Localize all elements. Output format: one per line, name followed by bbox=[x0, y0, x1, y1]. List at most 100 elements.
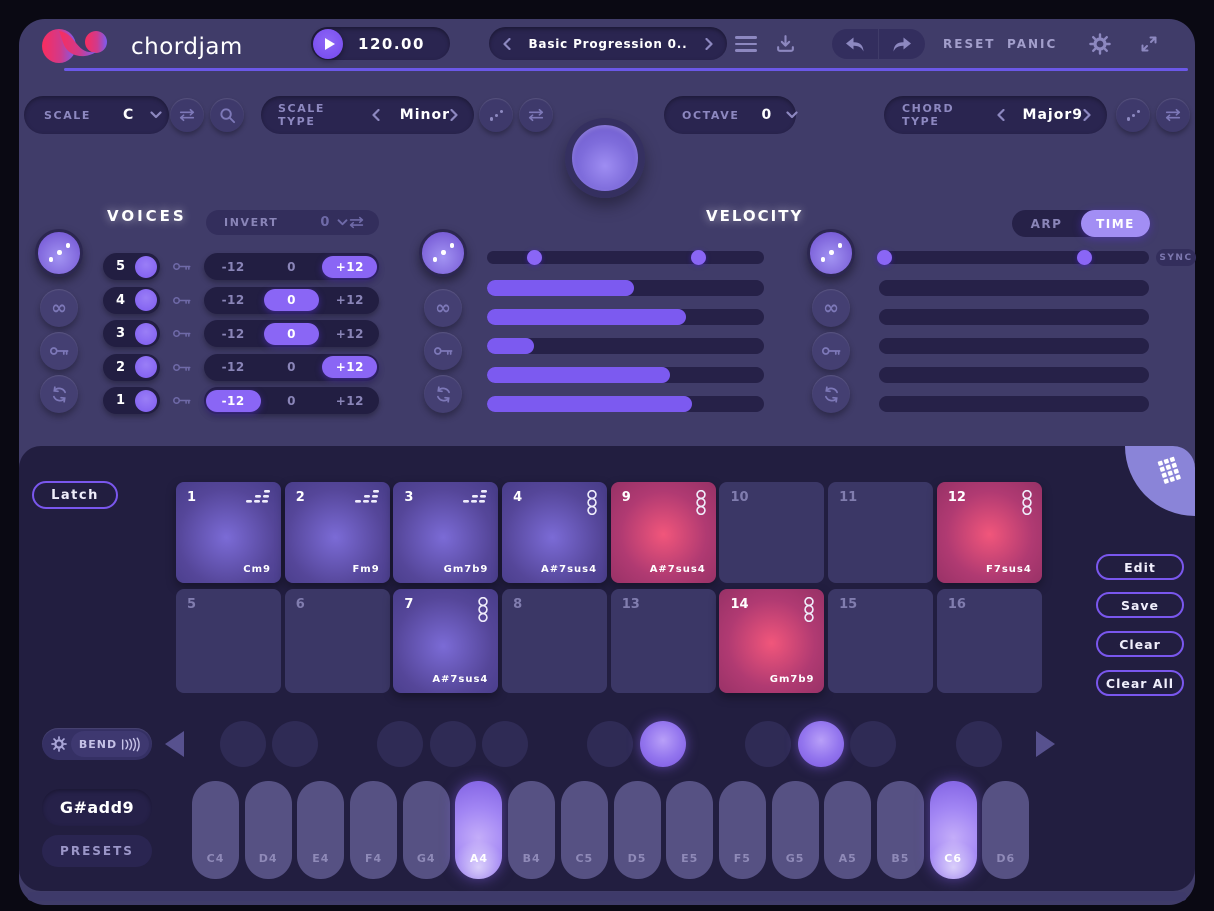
piano-white-key[interactable]: B4 bbox=[508, 781, 555, 879]
slider-track[interactable] bbox=[487, 338, 764, 354]
chord-pad[interactable]: 12 F7sus4 bbox=[937, 482, 1042, 583]
clear-all-button[interactable]: Clear All bbox=[1096, 670, 1184, 696]
slider-track[interactable] bbox=[879, 309, 1149, 325]
tab-time[interactable]: TIME bbox=[1081, 210, 1150, 237]
key-lock-button[interactable] bbox=[424, 332, 462, 370]
segment-option[interactable]: 0 bbox=[264, 356, 319, 378]
piano-black-key[interactable] bbox=[220, 721, 266, 767]
piano-white-key[interactable]: B5 bbox=[877, 781, 924, 879]
sync-badge[interactable]: SYNC bbox=[1156, 249, 1196, 266]
gear-icon[interactable] bbox=[1089, 33, 1111, 55]
infinity-button[interactable]: ∞ bbox=[40, 289, 78, 327]
edit-button[interactable]: Edit bbox=[1096, 554, 1184, 580]
scale-swap-button[interactable] bbox=[170, 98, 204, 132]
segment-option[interactable]: 0 bbox=[264, 256, 319, 278]
loop-refresh-button[interactable] bbox=[812, 375, 850, 413]
piano-black-key[interactable] bbox=[640, 721, 686, 767]
chord-type-swap-button[interactable] bbox=[1156, 98, 1190, 132]
pad-mode-corner-button[interactable] bbox=[1125, 446, 1195, 516]
range-handle[interactable] bbox=[877, 250, 892, 265]
piano-white-key[interactable]: C4 bbox=[192, 781, 239, 879]
piano-white-key[interactable]: F5 bbox=[719, 781, 766, 879]
piano-black-key[interactable] bbox=[587, 721, 633, 767]
save-button[interactable]: Save bbox=[1096, 592, 1184, 618]
piano-black-key[interactable] bbox=[798, 721, 844, 767]
key-icon[interactable] bbox=[172, 395, 192, 406]
undo-button[interactable] bbox=[832, 29, 878, 59]
keyboard-scroll-right-button[interactable] bbox=[1036, 731, 1055, 757]
slider-track[interactable] bbox=[487, 396, 764, 412]
slider-track[interactable] bbox=[879, 338, 1149, 354]
segment-option[interactable]: 0 bbox=[264, 390, 319, 412]
chord-pad[interactable]: 5 bbox=[176, 589, 281, 693]
key-icon[interactable] bbox=[172, 261, 192, 272]
random-knob[interactable] bbox=[419, 229, 467, 277]
piano-white-key[interactable]: F4 bbox=[350, 781, 397, 879]
segment-option[interactable]: 0 bbox=[264, 289, 319, 311]
infinity-button[interactable]: ∞ bbox=[424, 289, 462, 327]
piano-white-key[interactable]: D6 bbox=[982, 781, 1029, 879]
redo-button[interactable] bbox=[879, 29, 925, 59]
preset-next-button[interactable] bbox=[705, 38, 713, 50]
key-icon[interactable] bbox=[172, 295, 192, 306]
piano-white-key[interactable]: A4 bbox=[455, 781, 502, 879]
infinity-button[interactable]: ∞ bbox=[812, 289, 850, 327]
segment-option[interactable]: 0 bbox=[264, 323, 319, 345]
range-handle[interactable] bbox=[1077, 250, 1092, 265]
voice-toggle[interactable]: 2 bbox=[103, 354, 160, 381]
gear-icon[interactable] bbox=[51, 736, 67, 752]
piano-white-key[interactable]: C6 bbox=[930, 781, 977, 879]
random-knob[interactable] bbox=[807, 229, 855, 277]
voice-toggle[interactable]: 3 bbox=[103, 320, 160, 347]
range-handle[interactable] bbox=[691, 250, 706, 265]
chord-type-control[interactable]: CHORD TYPE Major9 bbox=[884, 96, 1107, 134]
key-icon[interactable] bbox=[172, 362, 192, 373]
piano-black-key[interactable] bbox=[850, 721, 896, 767]
chord-pad[interactable]: 15 bbox=[828, 589, 933, 693]
chord-pad[interactable]: 4 A#7sus4 bbox=[502, 482, 607, 583]
chord-pad[interactable]: 13 bbox=[611, 589, 716, 693]
slider-track[interactable] bbox=[487, 367, 764, 383]
main-knob[interactable] bbox=[565, 118, 645, 198]
piano-white-key[interactable]: G5 bbox=[772, 781, 819, 879]
segment-option[interactable]: +12 bbox=[322, 289, 377, 311]
panic-button[interactable]: PANIC bbox=[1007, 37, 1057, 51]
bend-control[interactable]: BEND bbox=[42, 728, 152, 760]
key-icon[interactable] bbox=[172, 328, 192, 339]
slider-track[interactable] bbox=[487, 280, 764, 296]
chord-type-next[interactable] bbox=[1083, 109, 1091, 121]
scale-type-random-button[interactable] bbox=[479, 98, 513, 132]
segment-option[interactable]: -12 bbox=[206, 256, 261, 278]
piano-black-key[interactable] bbox=[430, 721, 476, 767]
clear-button[interactable]: Clear bbox=[1096, 631, 1184, 657]
invert-control[interactable]: INVERT 0 bbox=[206, 210, 379, 235]
random-knob[interactable] bbox=[35, 229, 83, 277]
menu-icon[interactable] bbox=[735, 36, 757, 52]
latch-button[interactable]: Latch bbox=[32, 481, 118, 509]
chord-pad[interactable]: 14 Gm7b9 bbox=[719, 589, 824, 693]
presets-button[interactable]: PRESETS bbox=[42, 835, 152, 867]
download-icon[interactable] bbox=[775, 33, 796, 54]
chord-pad[interactable]: 8 bbox=[502, 589, 607, 693]
range-handle[interactable] bbox=[527, 250, 542, 265]
scale-type-prev[interactable] bbox=[372, 109, 380, 121]
loop-refresh-button[interactable] bbox=[40, 375, 78, 413]
bpm-display[interactable]: 120.00 bbox=[343, 35, 450, 53]
chord-pad[interactable]: 11 bbox=[828, 482, 933, 583]
invert-swap-icon[interactable] bbox=[348, 216, 365, 229]
chord-pad[interactable]: 6 bbox=[285, 589, 390, 693]
chord-type-random-button[interactable] bbox=[1116, 98, 1150, 132]
velocity-range-slider[interactable] bbox=[487, 251, 764, 264]
chord-pad[interactable]: 1 Cm9 bbox=[176, 482, 281, 583]
slider-track[interactable] bbox=[879, 396, 1149, 412]
slider-track[interactable] bbox=[879, 367, 1149, 383]
segment-option[interactable]: +12 bbox=[322, 256, 377, 278]
voice-toggle[interactable]: 5 bbox=[103, 253, 160, 280]
segment-option[interactable]: +12 bbox=[322, 390, 377, 412]
chord-type-prev[interactable] bbox=[997, 109, 1005, 121]
segment-option[interactable]: -12 bbox=[206, 323, 261, 345]
scale-type-control[interactable]: SCALE TYPE Minor bbox=[261, 96, 474, 134]
key-lock-button[interactable] bbox=[812, 332, 850, 370]
segment-option[interactable]: -12 bbox=[206, 289, 261, 311]
connect-arrows-icon[interactable] bbox=[1139, 34, 1159, 54]
